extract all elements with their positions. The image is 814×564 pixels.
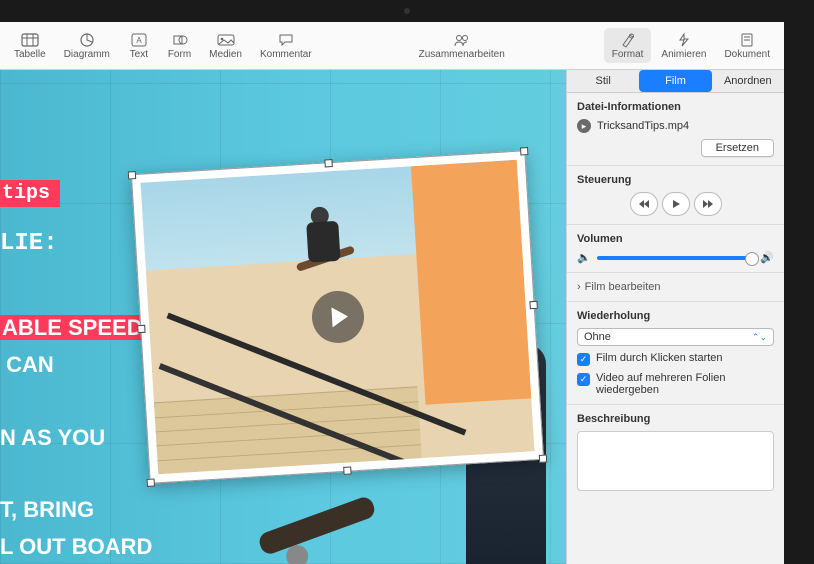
selection-handle[interactable] bbox=[147, 478, 155, 486]
tab-film[interactable]: Film bbox=[639, 70, 711, 92]
rewind-button[interactable] bbox=[630, 192, 658, 216]
checkbox-label: Video auf mehreren Folien wiedergeben bbox=[596, 372, 774, 396]
toolbar-kommentar[interactable]: Kommentar bbox=[252, 28, 320, 63]
repeat-section: Wiederholung Ohne ⌃⌄ ✓ Film durch Klicke… bbox=[567, 302, 784, 405]
repeat-heading: Wiederholung bbox=[577, 310, 774, 322]
toolbar-label: Zusammenarbeiten bbox=[419, 49, 505, 60]
speaker-low-icon: 🔈 bbox=[577, 251, 591, 264]
format-icon bbox=[617, 31, 639, 49]
toolbar: Tabelle Diagramm A Text Form Medien Komm… bbox=[0, 22, 784, 70]
selection-handle[interactable] bbox=[128, 171, 136, 179]
document-icon bbox=[736, 31, 758, 49]
toolbar-label: Animieren bbox=[661, 49, 706, 60]
selection-handle[interactable] bbox=[137, 325, 145, 333]
selection-handle[interactable] bbox=[324, 159, 332, 167]
edit-film-label: Film bearbeiten bbox=[585, 281, 661, 293]
shape-icon bbox=[169, 31, 191, 49]
toolbar-tabelle[interactable]: Tabelle bbox=[6, 28, 54, 63]
volume-section: Volumen 🔈 🔊 bbox=[567, 225, 784, 273]
inspector-panel: Stil Film Anordnen Datei-Informationen ▸… bbox=[566, 70, 784, 564]
checkbox-multi-slide[interactable]: ✓ bbox=[577, 373, 590, 386]
chart-icon bbox=[76, 31, 98, 49]
selection-handle[interactable] bbox=[343, 466, 351, 474]
file-info-section: Datei-Informationen ▸ TricksandTips.mp4 … bbox=[567, 93, 784, 166]
controls-heading: Steuerung bbox=[577, 174, 774, 186]
media-icon bbox=[215, 31, 237, 49]
svg-text:A: A bbox=[136, 36, 142, 45]
toolbar-format[interactable]: Format bbox=[604, 28, 652, 63]
tab-stil[interactable]: Stil bbox=[567, 70, 639, 92]
inspector-tabs: Stil Film Anordnen bbox=[567, 70, 784, 93]
toolbar-label: Medien bbox=[209, 49, 242, 60]
slide-subtitle: LIE: bbox=[0, 230, 58, 257]
toolbar-label: Kommentar bbox=[260, 49, 312, 60]
slide-tag: tips bbox=[0, 180, 60, 207]
slide-body-text: ABLE SPEED CAN N AS YOU T, BRING L OUT B… bbox=[0, 310, 152, 564]
controls-section: Steuerung bbox=[567, 166, 784, 225]
speaker-high-icon: 🔊 bbox=[760, 251, 774, 264]
selection-handle[interactable] bbox=[529, 301, 537, 309]
slide-canvas[interactable]: tips LIE: ABLE SPEED CAN N AS YOU T, BRI… bbox=[0, 70, 566, 564]
toolbar-label: Text bbox=[130, 49, 148, 60]
toolbar-label: Form bbox=[168, 49, 191, 60]
checkbox-label: Film durch Klicken starten bbox=[596, 352, 723, 364]
toolbar-diagramm[interactable]: Diagramm bbox=[56, 28, 118, 63]
toolbar-label: Format bbox=[612, 49, 644, 60]
laptop-bezel-right bbox=[784, 0, 814, 564]
table-icon bbox=[19, 31, 41, 49]
toolbar-label: Diagramm bbox=[64, 49, 110, 60]
toolbar-text[interactable]: A Text bbox=[120, 28, 158, 63]
tab-anordnen[interactable]: Anordnen bbox=[712, 70, 784, 92]
text-icon: A bbox=[128, 31, 150, 49]
video-thumbnail bbox=[140, 160, 534, 474]
comment-icon bbox=[275, 31, 297, 49]
replace-button[interactable]: Ersetzen bbox=[701, 139, 774, 157]
play-button[interactable] bbox=[662, 192, 690, 216]
toolbar-label: Tabelle bbox=[14, 49, 46, 60]
volume-slider[interactable] bbox=[597, 256, 755, 260]
selection-handle[interactable] bbox=[539, 454, 547, 462]
toolbar-dokument[interactable]: Dokument bbox=[716, 28, 778, 63]
description-textarea[interactable] bbox=[577, 431, 774, 491]
filename-text: TricksandTips.mp4 bbox=[597, 120, 689, 132]
edit-film-section: › Film bearbeiten bbox=[567, 273, 784, 302]
forward-button[interactable] bbox=[694, 192, 722, 216]
webcam bbox=[404, 8, 410, 14]
repeat-value: Ohne bbox=[584, 331, 611, 343]
movie-file-icon: ▸ bbox=[577, 119, 591, 133]
volume-heading: Volumen bbox=[577, 233, 774, 245]
video-object[interactable] bbox=[131, 150, 544, 484]
toolbar-medien[interactable]: Medien bbox=[201, 28, 250, 63]
selection-handle[interactable] bbox=[520, 147, 528, 155]
toolbar-form[interactable]: Form bbox=[160, 28, 199, 63]
collaborate-icon bbox=[451, 31, 473, 49]
description-section: Beschreibung bbox=[567, 405, 784, 499]
repeat-select[interactable]: Ohne ⌃⌄ bbox=[577, 328, 774, 346]
toolbar-animieren[interactable]: Animieren bbox=[653, 28, 714, 63]
edit-film-disclosure[interactable]: › Film bearbeiten bbox=[577, 281, 774, 293]
checkbox-click-start[interactable]: ✓ bbox=[577, 353, 590, 366]
description-heading: Beschreibung bbox=[577, 413, 774, 425]
chevron-right-icon: › bbox=[577, 281, 581, 293]
toolbar-label: Dokument bbox=[724, 49, 770, 60]
file-info-heading: Datei-Informationen bbox=[577, 101, 774, 113]
animate-icon bbox=[673, 31, 695, 49]
select-arrows-icon: ⌃⌄ bbox=[752, 332, 767, 343]
toolbar-zusammenarbeiten[interactable]: Zusammenarbeiten bbox=[411, 28, 513, 63]
